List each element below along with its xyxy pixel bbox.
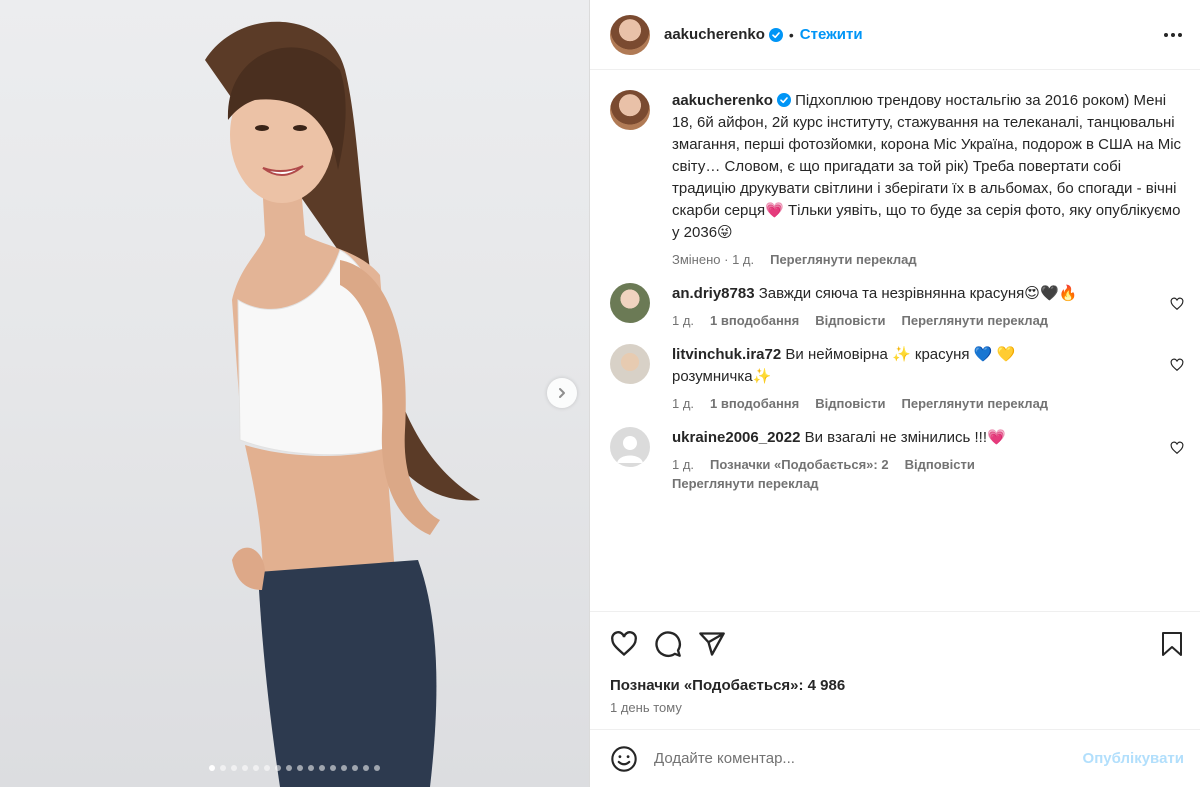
carousel-dot: [341, 765, 347, 771]
comment-item: litvinchuk.ira72 Ви неймовірна ✨ красуня…: [610, 344, 1184, 411]
post-side-panel: aakucherenko • Стежити aakucherenko Підх…: [590, 0, 1200, 787]
commenter-avatar[interactable]: [610, 283, 650, 323]
carousel-dot: [220, 765, 226, 771]
comment-time[interactable]: 1 д.: [672, 313, 694, 328]
comments-section[interactable]: aakucherenko Підхоплюю трендову ностальг…: [590, 70, 1200, 611]
commenter-username[interactable]: an.driy8783: [672, 285, 755, 302]
comment-item: ukraine2006_2022 Ви взагалі не змінились…: [610, 427, 1184, 491]
share-button[interactable]: [698, 630, 726, 658]
default-avatar-icon: [617, 436, 643, 463]
caption-username[interactable]: aakucherenko: [672, 92, 773, 109]
comment-item: an.driy8783 Завжди сяюча та незрівнянна …: [610, 283, 1184, 328]
save-button[interactable]: [1160, 631, 1184, 657]
more-options-icon[interactable]: [1164, 32, 1182, 37]
comment-time[interactable]: 1 д.: [672, 457, 694, 472]
carousel-dot: [264, 765, 270, 771]
reply-button[interactable]: Відповісти: [815, 396, 885, 411]
author-username[interactable]: aakucherenko: [664, 26, 765, 43]
commenter-avatar[interactable]: [610, 344, 650, 384]
caption-edited: Змінено: [672, 252, 721, 267]
carousel-dot: [297, 765, 303, 771]
carousel-dot: [209, 765, 215, 771]
carousel-dot: [275, 765, 281, 771]
author-avatar[interactable]: [610, 90, 650, 130]
commenter-username[interactable]: ukraine2006_2022: [672, 429, 800, 446]
comment-text: Завжди сяюча та незрівнянна красуня😍🖤🔥: [758, 285, 1078, 302]
reply-button[interactable]: Відповісти: [815, 313, 885, 328]
publish-comment-button[interactable]: Опублікувати: [1083, 750, 1184, 767]
post-actions: [590, 611, 1200, 675]
comment-time[interactable]: 1 д.: [672, 396, 694, 411]
carousel-indicator: [0, 765, 589, 771]
like-comment-icon[interactable]: [1170, 441, 1184, 455]
send-icon: [699, 631, 725, 656]
carousel-dot: [242, 765, 248, 771]
commenter-avatar[interactable]: [610, 427, 650, 467]
caption-time[interactable]: 1 д.: [732, 252, 754, 267]
post-header: aakucherenko • Стежити: [590, 0, 1200, 70]
carousel-dot: [319, 765, 325, 771]
emoji-button[interactable]: [610, 745, 638, 773]
bookmark-icon: [1162, 631, 1182, 656]
post-media[interactable]: [0, 0, 589, 787]
comment-input[interactable]: [654, 750, 1083, 767]
follow-button[interactable]: Стежити: [800, 26, 863, 43]
carousel-dot: [253, 765, 259, 771]
carousel-next-button[interactable]: [547, 378, 577, 408]
carousel-dot: [363, 765, 369, 771]
comment-translate-button[interactable]: Переглянути переклад: [902, 313, 1049, 328]
heart-icon: [611, 630, 637, 656]
comment-icon: [655, 630, 681, 657]
smiley-icon: [611, 745, 637, 772]
like-comment-icon[interactable]: [1170, 297, 1184, 311]
comment-composer: Опублікувати: [590, 729, 1200, 787]
comment-likes[interactable]: 1 вподобання: [710, 313, 799, 328]
reply-button[interactable]: Відповісти: [905, 457, 975, 472]
commenter-username[interactable]: litvinchuk.ira72: [672, 346, 781, 363]
caption-text: Підхоплюю трендову ностальгію за 2016 ро…: [672, 92, 1182, 241]
post-date[interactable]: 1 день тому: [590, 694, 1200, 729]
verified-badge-icon: [776, 93, 791, 107]
caption-translate-button[interactable]: Переглянути переклад: [770, 252, 917, 267]
carousel-dot: [374, 765, 380, 771]
comment-likes[interactable]: 1 вподобання: [710, 396, 799, 411]
carousel-dot: [352, 765, 358, 771]
like-button[interactable]: [610, 630, 638, 658]
post-caption: aakucherenko Підхоплюю трендову ностальг…: [610, 90, 1184, 267]
author-avatar[interactable]: [610, 14, 650, 55]
comment-likes[interactable]: Позначки «Подобається»: 2: [710, 457, 889, 472]
carousel-dot: [286, 765, 292, 771]
chevron-right-icon: [559, 388, 565, 398]
verified-badge-icon: [768, 27, 783, 42]
comment-translate-button[interactable]: Переглянути переклад: [902, 396, 1049, 411]
separator-dot: •: [788, 26, 794, 43]
carousel-dot: [231, 765, 237, 771]
comment-text: Ви взагалі не змінились !!!💗: [804, 429, 1006, 446]
like-comment-icon[interactable]: [1170, 358, 1184, 372]
comment-button[interactable]: [654, 630, 682, 658]
carousel-dot: [308, 765, 314, 771]
post-photo: [205, 21, 480, 787]
comment-translate-button[interactable]: Переглянути переклад: [672, 476, 1184, 491]
carousel-dot: [330, 765, 336, 771]
likes-count[interactable]: Позначки «Подобається»: 4 986: [590, 675, 1200, 694]
